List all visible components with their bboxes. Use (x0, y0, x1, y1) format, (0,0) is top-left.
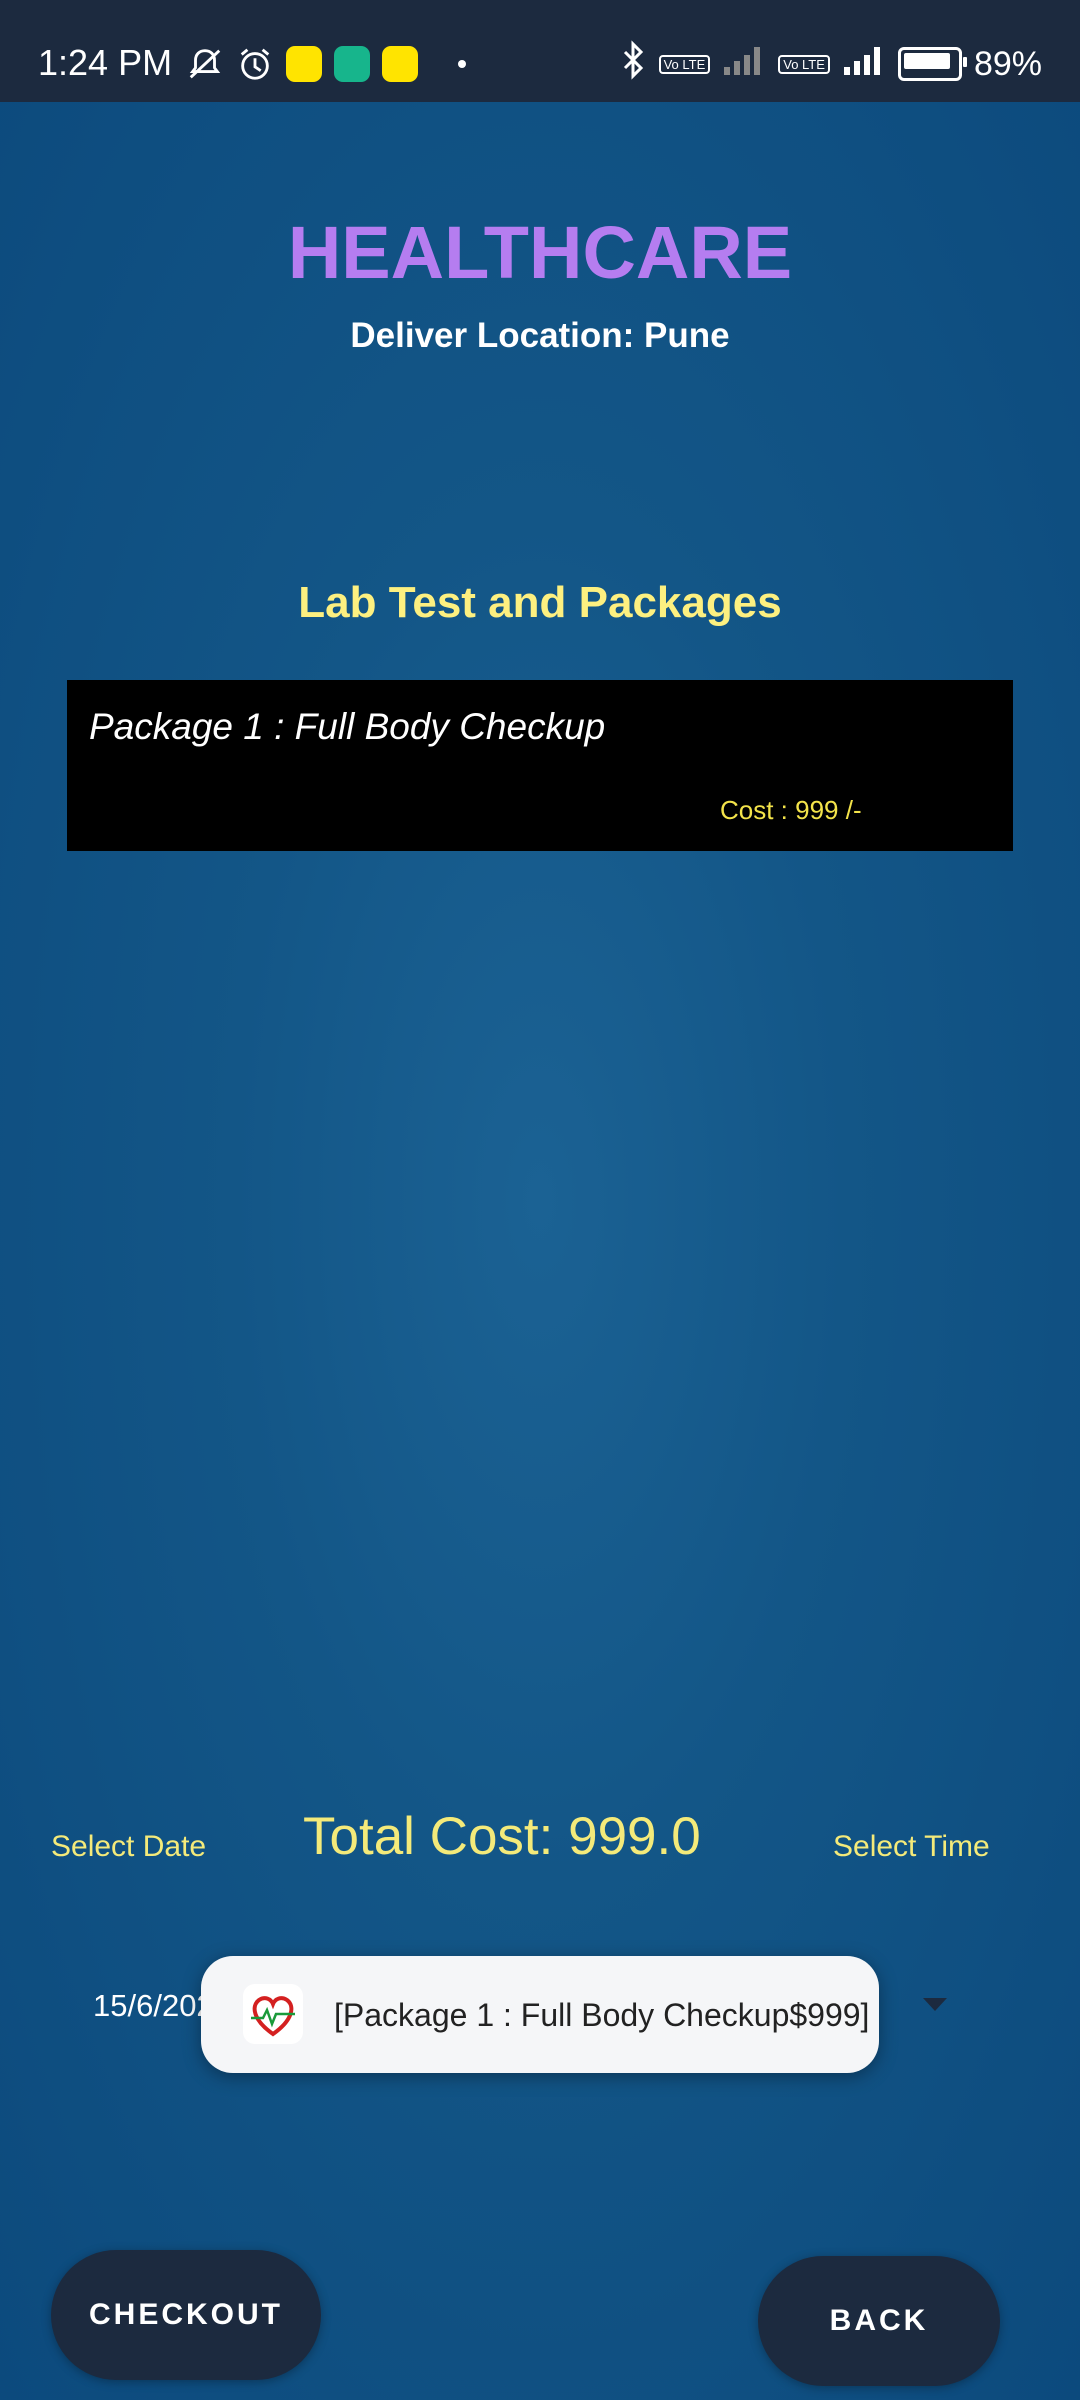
alarm-icon (236, 45, 274, 83)
select-date-button[interactable]: Select Date (51, 1830, 206, 1864)
battery-percent: 89% (973, 44, 1042, 83)
time-dropdown-arrow-icon[interactable] (920, 1995, 950, 2015)
app-c-icon (334, 46, 370, 82)
status-bar: 1:24 PM Vo LTE Vo LTE 89% (0, 0, 1080, 102)
checkout-button[interactable]: CHECKOUT (51, 2250, 321, 2380)
package-cost: Cost : 999 /- (720, 795, 862, 825)
package-name: Package 1 : Full Body Checkup (89, 706, 606, 747)
toast-message: [Package 1 : Full Body Checkup$999] (334, 1997, 870, 2033)
notification-icons (186, 42, 466, 86)
snapchat-icon (286, 46, 322, 82)
app-title: HEALTHCARE (287, 211, 793, 294)
volte-icon: Vo LTE (658, 54, 711, 74)
muted-bell-icon (186, 45, 224, 83)
deliver-location: Deliver Location: Pune (350, 316, 730, 355)
volte-icon-2: Vo LTE (778, 54, 830, 74)
system-icons: Vo LTE Vo LTE 89% (621, 39, 1042, 89)
signal-icon-2 (842, 43, 886, 86)
battery-icon (897, 47, 967, 81)
select-time-button[interactable]: Select Time (833, 1830, 990, 1864)
status-time: 1:24 PM (38, 42, 173, 83)
total-cost: Total Cost: 999.0 (303, 1807, 701, 1866)
snapchat-icon-2 (382, 46, 418, 82)
toast-notification: [Package 1 : Full Body Checkup$999] (201, 1956, 879, 2073)
more-dot-icon (458, 60, 466, 68)
section-title: Lab Test and Packages (298, 578, 782, 627)
app-heart-icon (243, 1984, 303, 2044)
signal-icon (722, 43, 766, 86)
package-list-item[interactable]: Package 1 : Full Body Checkup Cost : 999… (67, 680, 1013, 851)
bluetooth-icon (621, 39, 647, 89)
back-button[interactable]: BACK (758, 2256, 1000, 2386)
